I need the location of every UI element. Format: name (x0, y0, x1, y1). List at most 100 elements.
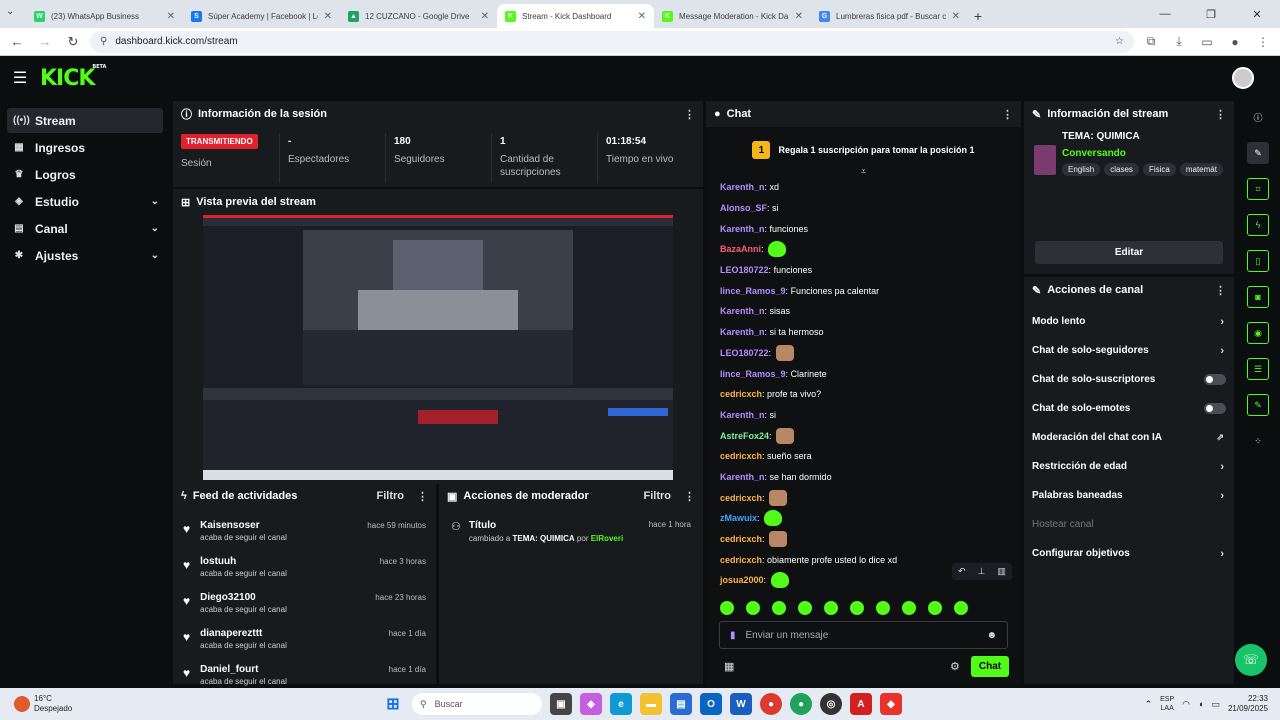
tab-close-icon[interactable]: ✕ (481, 11, 489, 22)
toggle-switch[interactable] (1204, 403, 1226, 414)
filter-button[interactable]: Filtro (377, 490, 405, 502)
site-info-icon[interactable]: ⚲ (100, 36, 107, 47)
sidebar-item-stream[interactable]: ((•)) Stream (7, 108, 163, 133)
chat-message[interactable]: LEO180722: funciones (706, 260, 1021, 281)
collapse-chat-icon[interactable]: ⩡ (706, 167, 1021, 177)
delete-icon[interactable]: ▥ (997, 566, 1006, 577)
chat-message[interactable]: lince_Ramos_9: Clarinete (706, 363, 1021, 384)
chat-message[interactable]: Alonso_SF: si (706, 198, 1021, 219)
emote-icon[interactable] (902, 601, 916, 615)
channel-action-row[interactable]: Restricción de edad › (1024, 452, 1234, 481)
more-options-icon[interactable]: ⋮ (1215, 108, 1226, 121)
more-options-icon[interactable]: ⋮ (1002, 108, 1013, 121)
chrome-active-icon[interactable]: ● (790, 693, 812, 715)
chat-username[interactable]: Karenth_n (720, 472, 765, 482)
browser-menu-icon[interactable]: ⋮ (1252, 31, 1274, 53)
chat-username[interactable]: LEO180722 (720, 265, 769, 275)
language-code[interactable]: ESP (1160, 695, 1174, 704)
pin-icon[interactable]: ⊥ (978, 566, 986, 577)
chat-username[interactable]: Karenth_n (720, 306, 765, 316)
close-window-button[interactable]: ✕ (1234, 0, 1280, 28)
forward-button[interactable]: → (34, 31, 56, 53)
chat-username[interactable]: Karenth_n (720, 327, 765, 337)
anydesk-icon[interactable]: ◆ (880, 693, 902, 715)
omnibox[interactable]: ⚲ dashboard.kick.com/stream ☆ (90, 30, 1134, 53)
edge-icon[interactable]: e (610, 693, 632, 715)
chat-username[interactable]: Karenth_n (720, 410, 765, 420)
chat-username[interactable]: Alonso_SF (720, 203, 767, 213)
word-icon[interactable]: W (730, 693, 752, 715)
channel-action-row[interactable]: Moderación del chat con IA ⇗ (1024, 423, 1234, 452)
weather-widget[interactable]: 16°C Despejado (0, 694, 120, 714)
chevron-down-icon[interactable]: ⌄ (151, 250, 159, 261)
reply-icon[interactable]: ↶ (958, 566, 966, 577)
channel-action-row[interactable]: Palabras baneadas › (1024, 481, 1234, 510)
stream-preview-video[interactable] (203, 215, 673, 480)
chat-settings-icon[interactable]: ⚙ (950, 660, 960, 673)
chat-message[interactable]: LEO180722: (706, 343, 1021, 364)
emote-icon[interactable] (824, 601, 838, 615)
channel-action-row[interactable]: Modo lento › (1024, 307, 1234, 336)
chat-username[interactable]: zMawuix (720, 513, 757, 523)
channel-action-row[interactable]: Chat de solo-suscriptores (1024, 365, 1234, 394)
browser-tab[interactable]: W (23) WhatsApp Business ✕ (26, 4, 183, 28)
chat-username[interactable]: cedricxch (720, 493, 762, 503)
copilot-icon[interactable]: ◈ (580, 693, 602, 715)
profile-icon[interactable]: ● (1224, 31, 1246, 53)
follower-name[interactable]: dianaperezttt (200, 624, 287, 639)
chat-message[interactable]: Karenth_n: si (706, 405, 1021, 426)
emote-icon[interactable] (876, 601, 890, 615)
browser-tab[interactable]: S Súper Academy | Facebook | Lo ✕ (183, 4, 340, 28)
chat-username[interactable]: Karenth_n (720, 224, 765, 234)
send-chat-button[interactable]: Chat (971, 656, 1009, 677)
emote-icon[interactable] (746, 601, 760, 615)
connections-icon[interactable]: ⁘ (1247, 430, 1269, 452)
lightning-icon[interactable]: ϟ (1247, 214, 1269, 236)
store-icon[interactable]: ▤ (670, 693, 692, 715)
more-options-icon[interactable]: ⋮ (684, 490, 695, 503)
chrome-icon[interactable]: ● (760, 693, 782, 715)
download-icon[interactable]: ⤓ (1168, 31, 1190, 53)
chat-username[interactable]: lince_Ramos_9 (720, 286, 786, 296)
obs-icon[interactable]: ◎ (820, 693, 842, 715)
chat-username[interactable]: AstreFox24 (720, 431, 769, 441)
user-avatar[interactable] (1232, 67, 1254, 89)
clock-time[interactable]: 22:33 (1228, 694, 1268, 704)
acrobat-icon[interactable]: A (850, 693, 872, 715)
chevron-down-icon[interactable]: ⌄ (151, 196, 159, 207)
chat-message[interactable]: Karenth_n: funciones (706, 218, 1021, 239)
chat-username[interactable]: LEO180722 (720, 348, 769, 358)
chat-message[interactable]: lince_Ramos_9: Funciones pa calentar (706, 280, 1021, 301)
browser-tab[interactable]: K Stream - Kick Dashboard ✕ (497, 4, 654, 28)
emote-icon[interactable] (954, 601, 968, 615)
emote-icon[interactable] (928, 601, 942, 615)
stream-tag[interactable]: clases (1104, 163, 1139, 176)
support-chat-button[interactable]: ☏ (1235, 644, 1267, 676)
chevron-down-icon[interactable]: ⌄ (151, 223, 159, 234)
minimize-button[interactable]: — (1142, 0, 1188, 28)
stream-tag[interactable]: English (1062, 163, 1101, 176)
follower-name[interactable]: Diego32100 (200, 588, 287, 603)
battery-icon[interactable]: ▭ (1211, 699, 1220, 710)
restore-button[interactable]: ❐ (1188, 0, 1234, 28)
edit-icon[interactable]: ✎ (1247, 142, 1269, 164)
browser-tab[interactable]: ▲ 12 CUZCANO - Google Drive ✕ (340, 4, 497, 28)
bookmark-star-icon[interactable]: ☆ (1115, 36, 1124, 47)
filter-button[interactable]: Filtro (644, 490, 672, 502)
edit-stream-button[interactable]: Editar (1035, 241, 1223, 264)
browser-tab[interactable]: G Lumbreras fisica pdf - Buscar co ✕ (811, 4, 968, 28)
file-explorer-icon[interactable]: ▬ (640, 693, 662, 715)
follower-name[interactable]: Daniel_fourt (200, 660, 287, 675)
more-options-icon[interactable]: ⋮ (684, 108, 695, 121)
back-button[interactable]: ← (6, 31, 28, 53)
volume-icon[interactable]: ◖ (1198, 699, 1203, 709)
layout-icon[interactable]: ☰ (1247, 358, 1269, 380)
chat-username[interactable]: cedricxch (720, 534, 762, 544)
chat-message[interactable]: cedricxch: profe ta vivo? (706, 384, 1021, 405)
chat-message[interactable]: Karenth_n: sisas (706, 301, 1021, 322)
chat-message[interactable]: Karenth_n: xd (706, 177, 1021, 198)
chat-message[interactable]: AstreFox24: (706, 425, 1021, 446)
emote-icon[interactable] (772, 601, 786, 615)
card-icon[interactable]: ▯ (1247, 250, 1269, 272)
gift-icon[interactable]: ▦ (724, 660, 734, 673)
